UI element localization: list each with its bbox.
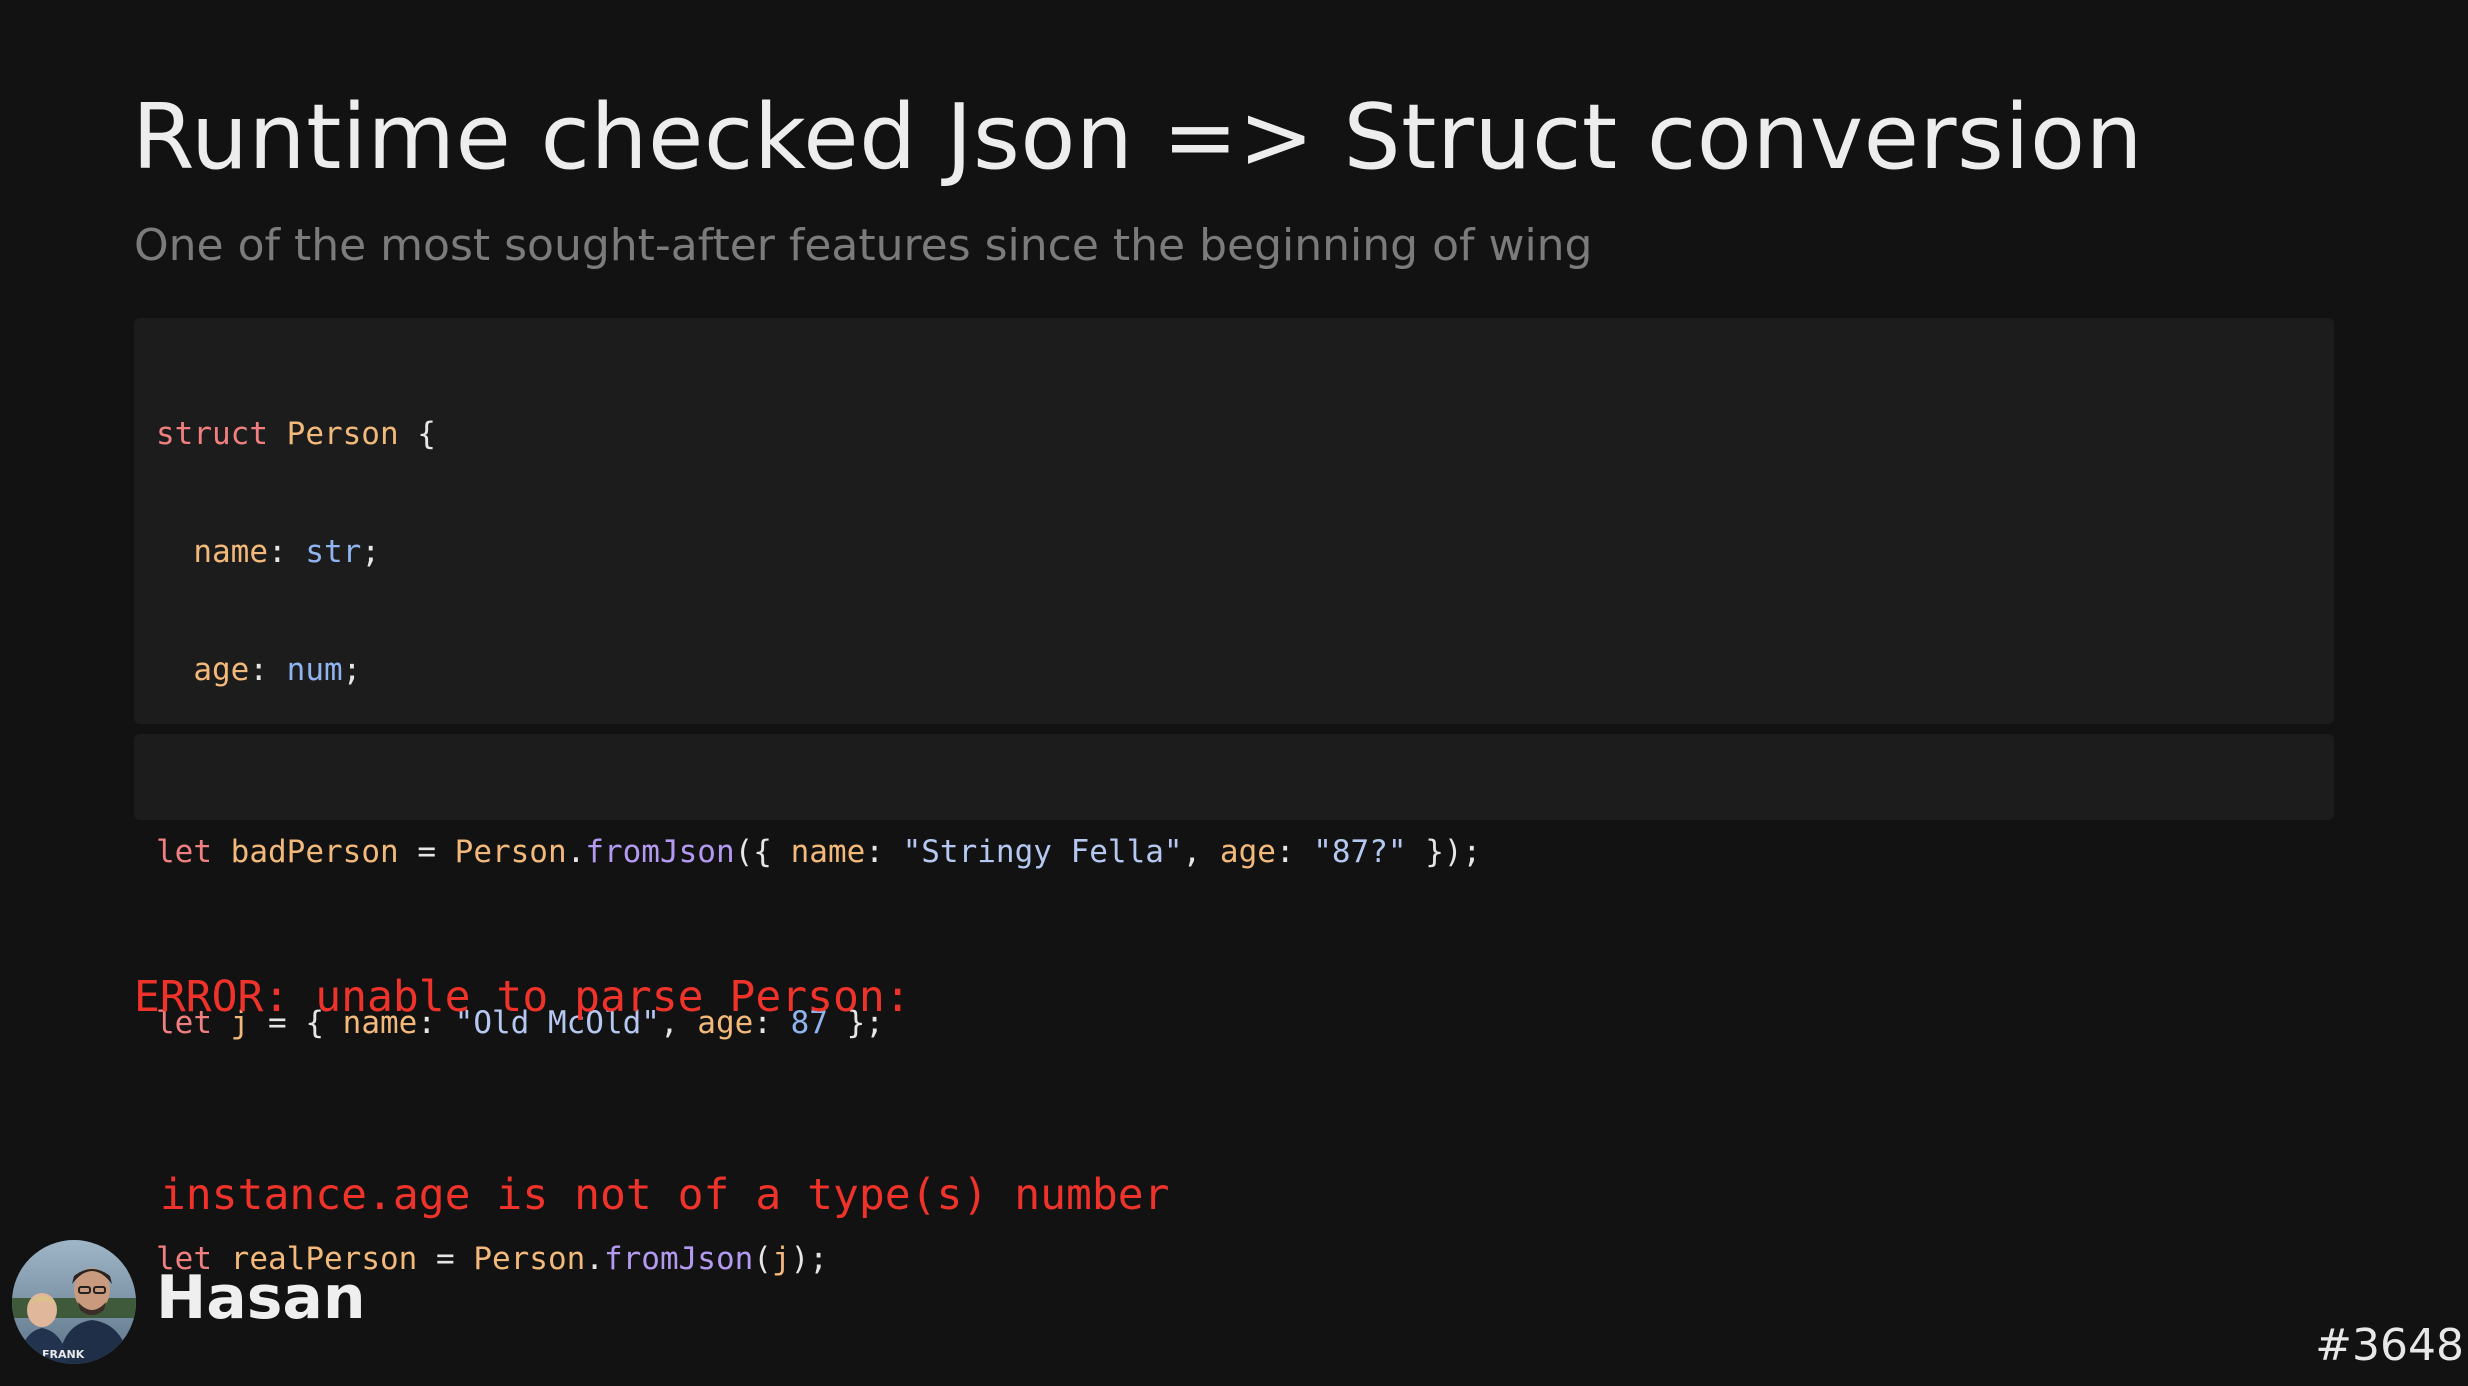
code-type-name: Person: [286, 416, 399, 452]
person-photo-avatar-icon: FRANK: [12, 1240, 136, 1364]
code-builtin-type: str: [305, 533, 362, 570]
code-block-struct: struct Person { name: str; age: num; } l…: [134, 318, 2334, 1277]
code-text: ;: [361, 533, 380, 570]
slide-number: #3648: [2315, 1320, 2464, 1371]
code-field: age: [193, 651, 250, 688]
code-line: name: str;: [156, 530, 2334, 576]
code-field: name: [193, 533, 268, 570]
slide-title: Runtime checked Json => Struct conversio…: [132, 85, 2144, 190]
code-block-bad-person: let badPerson = Person.fromJson({ name: …: [134, 734, 2334, 870]
code-text: {: [398, 416, 436, 452]
error-line: ERROR: unable to parse Person:: [134, 972, 911, 1022]
error-output: ERROR: unable to parse Person: instance.…: [134, 832, 1170, 1294]
code-line: age: num;: [156, 648, 2334, 694]
code-line: struct Person {: [156, 412, 2334, 458]
code-text: ;: [342, 651, 362, 688]
code-builtin-type: num: [286, 651, 343, 688]
svg-text:FRANK: FRANK: [42, 1348, 85, 1361]
presenter-name: Hasan: [156, 1263, 366, 1333]
code-text: :: [249, 651, 287, 688]
code-text: :: [267, 533, 306, 570]
presenter-avatar: FRANK: [12, 1240, 136, 1364]
code-text: ,: [1182, 834, 1220, 870]
error-line: instance.age is not of a type(s) number: [134, 1170, 1170, 1220]
code-field: age: [1219, 834, 1276, 870]
code-keyword: struct: [156, 416, 268, 452]
code-text: });: [1406, 834, 1482, 870]
slide-subtitle: One of the most sought-after features si…: [134, 220, 1593, 271]
code-string: "87?": [1313, 834, 1407, 870]
code-text: :: [1275, 834, 1314, 870]
